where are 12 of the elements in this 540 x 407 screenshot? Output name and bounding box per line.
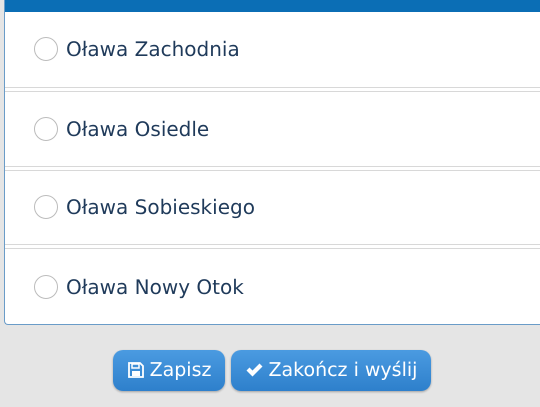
radio-button[interactable] (34, 195, 58, 220)
radio-button[interactable] (34, 274, 58, 299)
option-label: Oława Osiedle (66, 116, 210, 141)
option-label: Oława Zachodnia (66, 37, 240, 62)
option-label: Oława Nowy Otok (66, 274, 244, 299)
radio-button[interactable] (34, 37, 58, 62)
radio-button[interactable] (34, 116, 58, 141)
save-button[interactable]: Zapisz (112, 350, 226, 390)
option-label: Oława Sobieskiego (66, 195, 255, 220)
finish-button[interactable]: Zakończ i wyślij (231, 350, 432, 390)
checkmark-icon (245, 361, 264, 379)
save-icon (126, 361, 145, 379)
